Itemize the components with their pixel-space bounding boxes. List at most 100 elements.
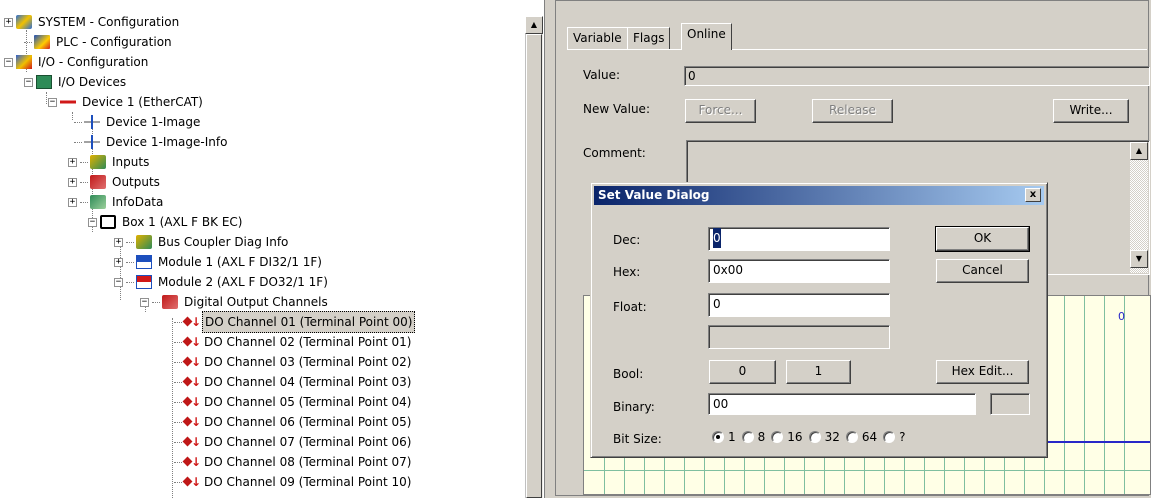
tree-item-system[interactable]: + SYSTEM - Configuration bbox=[4, 12, 181, 32]
tree-item-do-channel-03[interactable]: DO Channel 03 (Terminal Point 02) bbox=[174, 352, 413, 372]
tree-item-label: DO Channel 09 (Terminal Point 10) bbox=[204, 475, 412, 489]
value-label: Value: bbox=[583, 68, 620, 82]
radio-label: 1 bbox=[728, 430, 736, 444]
force-button[interactable]: Force... bbox=[685, 99, 756, 123]
dec-input[interactable]: 0 bbox=[708, 227, 890, 251]
bit-size-8-radio[interactable]: 8 bbox=[741, 430, 765, 444]
tree-connector bbox=[74, 141, 82, 143]
tree-connector bbox=[174, 461, 182, 463]
tree-item-label: Device 1 (EtherCAT) bbox=[82, 95, 203, 109]
dialog-title-bar[interactable]: Set Value Dialog x bbox=[594, 186, 1044, 205]
tree-item-module-1[interactable]: + Module 1 (AXL F DI32/1 1F) bbox=[114, 252, 324, 272]
inputs-icon bbox=[90, 155, 106, 169]
expand-icon[interactable]: + bbox=[68, 177, 77, 187]
bit-size-radio-group: 1 8 16 32 64 ? bbox=[712, 430, 912, 444]
tree-item-do-channel-05[interactable]: DO Channel 05 (Terminal Point 04) bbox=[174, 392, 413, 412]
collapse-icon[interactable]: − bbox=[114, 277, 123, 287]
output-channel-icon bbox=[184, 452, 201, 472]
bit-size-unknown-radio[interactable]: ? bbox=[883, 430, 906, 444]
tree-item-do-channel-06[interactable]: DO Channel 06 (Terminal Point 05) bbox=[174, 412, 413, 432]
bool-0-button[interactable]: 0 bbox=[709, 360, 776, 384]
collapse-icon[interactable]: − bbox=[88, 217, 97, 227]
tree-item-label: DO Channel 06 (Terminal Point 05) bbox=[204, 415, 412, 429]
scroll-down-arrow-icon[interactable]: ▼ bbox=[1130, 250, 1148, 268]
tree-item-io-devices[interactable]: − I/O Devices bbox=[24, 72, 128, 92]
scroll-up-arrow-icon[interactable]: ▲ bbox=[525, 16, 543, 34]
tree-item-infodata[interactable]: + InfoData bbox=[68, 192, 165, 212]
graph-value-label: 0 bbox=[1118, 310, 1125, 323]
tree-item-do-channel-04[interactable]: DO Channel 04 (Terminal Point 03) bbox=[174, 372, 413, 392]
expand-icon[interactable]: + bbox=[68, 197, 77, 207]
io-devices-icon bbox=[36, 75, 52, 89]
tree-item-do-channel-02[interactable]: DO Channel 02 (Terminal Point 01) bbox=[174, 332, 413, 352]
tree-item-module-2[interactable]: − Module 2 (AXL F DO32/1 1F) bbox=[114, 272, 330, 292]
output-channel-icon bbox=[184, 352, 201, 372]
tab-online[interactable]: Online bbox=[681, 23, 732, 50]
bool-1-button[interactable]: 1 bbox=[786, 360, 851, 384]
write-button[interactable]: Write... bbox=[1053, 99, 1129, 123]
tree-item-do-channel-01[interactable]: DO Channel 01 (Terminal Point 00) bbox=[174, 311, 416, 333]
cancel-button[interactable]: Cancel bbox=[936, 259, 1029, 283]
collapse-icon[interactable]: − bbox=[140, 297, 149, 307]
tree-item-device-image[interactable]: Device 1-Image bbox=[74, 112, 202, 132]
tree-item-do-channel-09[interactable]: DO Channel 09 (Terminal Point 10) bbox=[174, 472, 413, 492]
expand-icon[interactable]: + bbox=[4, 17, 13, 27]
output-channel-icon bbox=[184, 472, 201, 492]
tree-item-plc[interactable]: PLC - Configuration bbox=[24, 32, 174, 52]
hex-input[interactable]: 0x00 bbox=[708, 259, 890, 283]
tree-connector bbox=[174, 361, 182, 363]
hex-edit-button[interactable]: Hex Edit... bbox=[936, 360, 1029, 384]
tab-flags[interactable]: Flags bbox=[627, 27, 671, 49]
tree-connector bbox=[24, 41, 32, 43]
tree-item-do-channel-07[interactable]: DO Channel 07 (Terminal Point 06) bbox=[174, 432, 413, 452]
ok-button[interactable]: OK bbox=[935, 226, 1030, 252]
tree-connector bbox=[174, 421, 182, 423]
radio-unchecked-icon bbox=[883, 431, 896, 443]
tree-item-outputs[interactable]: + Outputs bbox=[68, 172, 162, 192]
tree-item-label: PLC - Configuration bbox=[56, 35, 172, 49]
tree-item-label: Module 1 (AXL F DI32/1 1F) bbox=[158, 255, 322, 269]
output-channel-icon bbox=[184, 432, 201, 452]
bit-size-1-radio[interactable]: 1 bbox=[712, 430, 736, 444]
scrollbar-thumb[interactable] bbox=[526, 34, 542, 498]
tree-item-do-channel-08[interactable]: DO Channel 08 (Terminal Point 07) bbox=[174, 452, 413, 472]
expand-icon[interactable]: + bbox=[114, 257, 123, 267]
grid-line bbox=[1104, 296, 1105, 494]
radio-unchecked-icon bbox=[771, 431, 784, 443]
tree-connector bbox=[72, 112, 73, 120]
tree-item-io-config[interactable]: − I/O - Configuration bbox=[4, 52, 150, 72]
collapse-icon[interactable]: − bbox=[48, 97, 57, 107]
bit-size-32-radio[interactable]: 32 bbox=[808, 430, 840, 444]
output-channel-icon bbox=[184, 332, 201, 352]
tree-item-device-image-info[interactable]: Device 1-Image-Info bbox=[74, 132, 229, 152]
scroll-up-arrow-icon[interactable]: ▲ bbox=[1130, 142, 1148, 160]
tree-item-inputs[interactable]: + Inputs bbox=[68, 152, 151, 172]
tree-item-bus-coupler-diag[interactable]: + Bus Coupler Diag Info bbox=[114, 232, 290, 252]
close-icon[interactable]: x bbox=[1025, 188, 1041, 202]
value-field: 0 bbox=[684, 66, 1150, 86]
float-input[interactable]: 0 bbox=[708, 293, 890, 317]
tree-item-digital-output-channels[interactable]: − Digital Output Channels bbox=[140, 292, 330, 312]
collapse-icon[interactable]: − bbox=[4, 57, 13, 67]
outputs-icon bbox=[90, 175, 106, 189]
pane-splitter[interactable] bbox=[545, 0, 553, 498]
radio-checked-icon bbox=[712, 431, 724, 443]
bit-size-64-radio[interactable]: 64 bbox=[845, 430, 877, 444]
signal-trace bbox=[1044, 441, 1150, 443]
binary-input[interactable]: 00 bbox=[708, 393, 976, 415]
system-config-icon bbox=[16, 15, 32, 29]
collapse-icon[interactable]: − bbox=[24, 77, 33, 87]
expand-icon[interactable]: + bbox=[68, 157, 77, 167]
set-value-dialog: Set Value Dialog x bbox=[590, 182, 1048, 458]
release-button[interactable]: Release bbox=[812, 99, 893, 123]
tree-item-device-1[interactable]: − Device 1 (EtherCAT) bbox=[48, 92, 205, 112]
tree-item-box-1[interactable]: − Box 1 (AXL F BK EC) bbox=[88, 212, 244, 232]
tree-item-label: DO Channel 04 (Terminal Point 03) bbox=[204, 375, 412, 389]
bit-size-16-radio[interactable]: 16 bbox=[771, 430, 803, 444]
tree-connector bbox=[174, 341, 182, 343]
tab-variable[interactable]: Variable bbox=[567, 27, 628, 49]
tree-connector bbox=[46, 92, 47, 104]
tree-connector bbox=[80, 201, 88, 203]
tree-item-label: Module 2 (AXL F DO32/1 1F) bbox=[158, 275, 328, 289]
expand-icon[interactable]: + bbox=[114, 237, 123, 247]
